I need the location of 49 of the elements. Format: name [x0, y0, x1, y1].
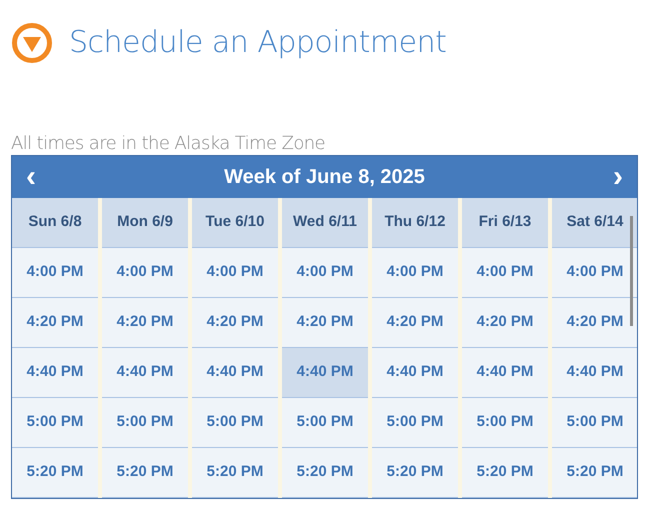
time-slot-button[interactable]: 4:00 PM — [102, 248, 188, 298]
scrollbar[interactable] — [630, 216, 633, 326]
day-header: Thu 6/12 — [372, 198, 458, 248]
time-slot-button[interactable]: 5:00 PM — [462, 398, 548, 448]
time-slot-button[interactable]: 5:00 PM — [102, 398, 188, 448]
day-header: Mon 6/9 — [102, 198, 188, 248]
time-slot-button[interactable]: 4:20 PM — [12, 298, 98, 348]
time-slot-button[interactable]: 5:20 PM — [102, 448, 188, 498]
day-header: Fri 6/13 — [462, 198, 548, 248]
time-slot-button[interactable]: 4:20 PM — [192, 298, 278, 348]
time-slot-button[interactable]: 4:40 PM — [462, 348, 548, 398]
day-header: Tue 6/10 — [192, 198, 278, 248]
time-slot-button[interactable]: 4:00 PM — [552, 248, 637, 298]
time-slot-button[interactable]: 4:20 PM — [462, 298, 548, 348]
time-slot-button[interactable]: 4:00 PM — [462, 248, 548, 298]
time-slot-button[interactable]: 4:20 PM — [282, 298, 368, 348]
time-slot-button[interactable]: 5:00 PM — [12, 398, 98, 448]
time-slot-button[interactable]: 4:20 PM — [102, 298, 188, 348]
time-slot-button[interactable]: 4:20 PM — [552, 298, 637, 348]
time-slot-button[interactable]: 5:00 PM — [192, 398, 278, 448]
page-title: Schedule an Appointment — [69, 24, 446, 62]
time-slot-button[interactable]: 5:20 PM — [552, 448, 637, 498]
time-slot-button[interactable]: 4:40 PM — [102, 348, 188, 398]
time-slot-button[interactable]: 5:20 PM — [282, 448, 368, 498]
time-slot-button[interactable]: 4:00 PM — [282, 248, 368, 298]
time-slot-button[interactable]: 5:20 PM — [12, 448, 98, 498]
time-slot-button[interactable]: 4:00 PM — [372, 248, 458, 298]
time-slot-button[interactable]: 4:40 PM — [12, 348, 98, 398]
day-header: Sat 6/14 — [552, 198, 637, 248]
time-slot-button[interactable]: 4:40 PM — [372, 348, 458, 398]
time-slot-button[interactable]: 5:00 PM — [372, 398, 458, 448]
time-slot-button[interactable]: 5:00 PM — [552, 398, 637, 448]
time-slot-button[interactable]: 4:40 PM — [282, 348, 368, 398]
day-header: Sun 6/8 — [12, 198, 98, 248]
time-slot-button[interactable]: 4:40 PM — [192, 348, 278, 398]
time-slot-button[interactable]: 5:00 PM — [282, 398, 368, 448]
dropdown-icon — [11, 22, 53, 64]
time-slot-button[interactable]: 5:20 PM — [372, 448, 458, 498]
day-header: Wed 6/11 — [282, 198, 368, 248]
time-slot-button[interactable]: 5:20 PM — [462, 448, 548, 498]
time-slot-button[interactable]: 4:00 PM — [192, 248, 278, 298]
time-slot-button[interactable]: 4:20 PM — [372, 298, 458, 348]
time-slot-button[interactable]: 4:00 PM — [12, 248, 98, 298]
timezone-note: All times are in the Alaska Time Zone — [11, 133, 326, 155]
time-slot-button[interactable]: 4:40 PM — [552, 348, 637, 398]
week-title: Week of June 8, 2025 — [224, 165, 425, 190]
next-week-button[interactable]: › — [613, 162, 623, 192]
time-slot-button[interactable]: 5:20 PM — [192, 448, 278, 498]
previous-week-button[interactable]: ‹ — [26, 162, 36, 192]
